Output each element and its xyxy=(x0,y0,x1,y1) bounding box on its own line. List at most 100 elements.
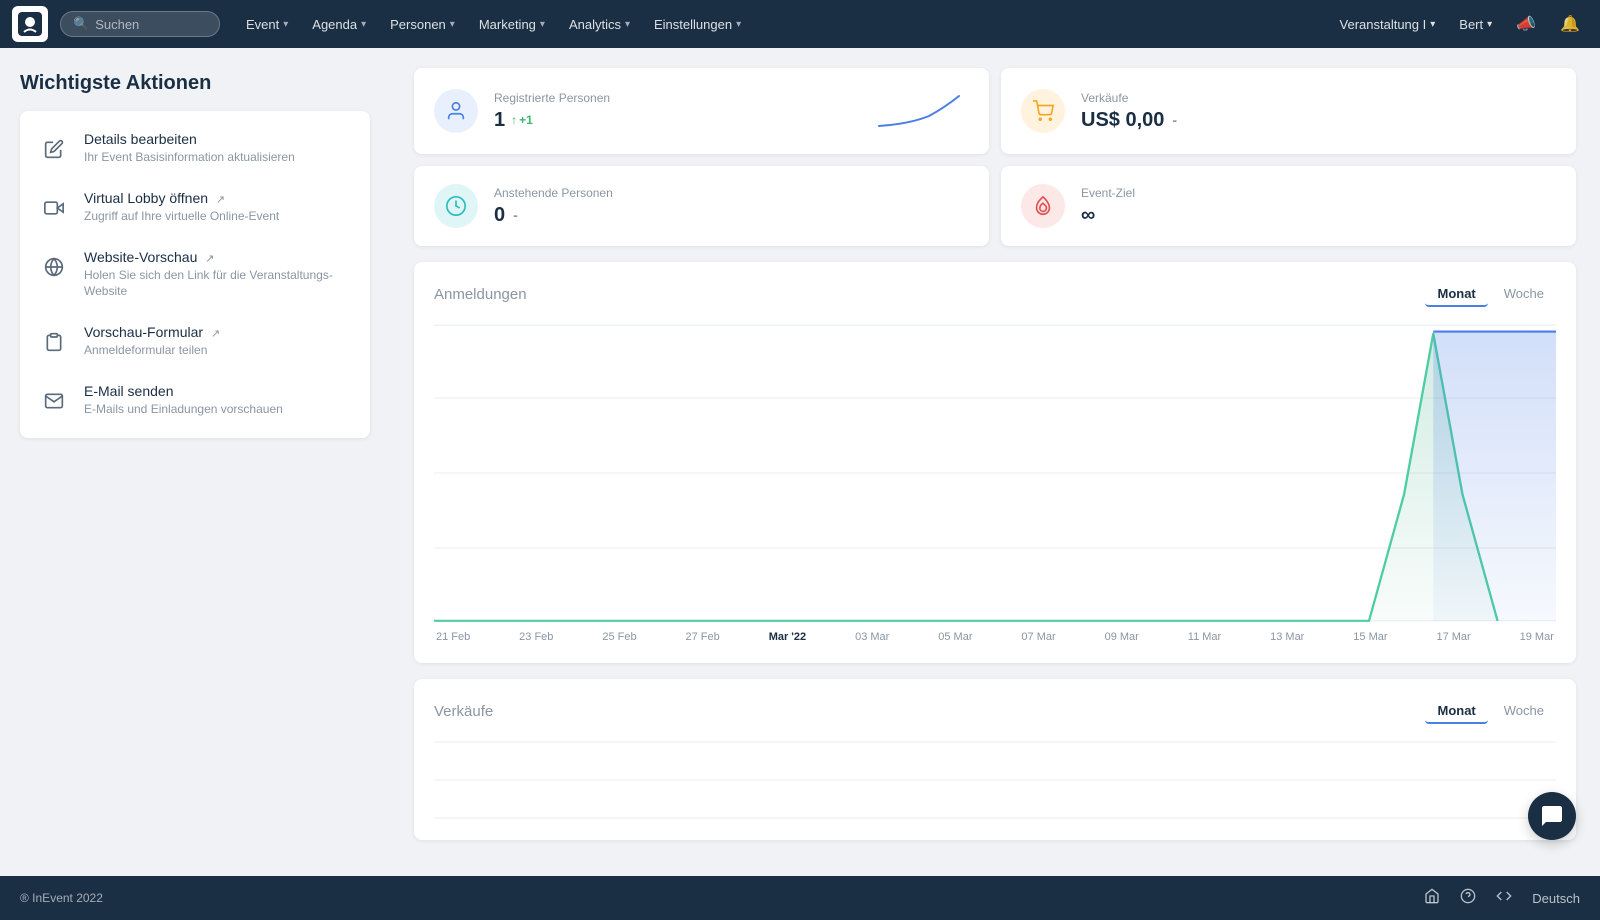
action-website-title: Website-Vorschau ↗ xyxy=(84,249,352,265)
nav-right: Veranstaltung I ▾ Bert ▾ 📣 🔔 xyxy=(1332,10,1588,38)
veranstaltung-selector[interactable]: Veranstaltung I ▾ xyxy=(1332,13,1444,36)
chevron-down-icon: ▾ xyxy=(540,19,545,30)
nav-item-marketing[interactable]: Marketing ▾ xyxy=(469,11,555,38)
action-lobby-title: Virtual Lobby öffnen ↗ xyxy=(84,190,352,206)
globe-icon xyxy=(38,251,70,283)
tab-monat-verkaeufe[interactable]: Monat xyxy=(1425,699,1487,724)
chevron-down-icon: ▾ xyxy=(450,19,455,30)
tab-woche-verkaeufe[interactable]: Woche xyxy=(1492,699,1556,724)
footer-right: Deutsch xyxy=(1424,888,1580,909)
stat-cards-grid: Registrierte Personen 1 ↑ +1 xyxy=(414,68,1576,246)
main-content: Wichtigste Aktionen Details bearbeiten I… xyxy=(0,48,1600,876)
search-icon: 🔍 xyxy=(73,16,89,32)
chart-anmeldungen: Anmeldungen Monat Woche xyxy=(414,262,1576,663)
footer: ® InEvent 2022 Deutsch xyxy=(0,876,1600,920)
action-details[interactable]: Details bearbeiten Ihr Event Basisinform… xyxy=(20,119,370,178)
nav-item-agenda[interactable]: Agenda ▾ xyxy=(302,11,376,38)
action-form[interactable]: Vorschau-Formular ↗ Anmeldeformular teil… xyxy=(20,312,370,371)
stat-card-registered: Registrierte Personen 1 ↑ +1 xyxy=(414,68,989,154)
x-label-10: 13 Mar xyxy=(1270,631,1304,643)
search-box[interactable]: 🔍 xyxy=(60,11,220,37)
stat-card-goal: Event-Ziel ∞ xyxy=(1001,166,1576,246)
stat-pending-value: 0 - xyxy=(494,204,969,227)
x-label-2: 25 Feb xyxy=(602,631,636,643)
x-label-1: 23 Feb xyxy=(519,631,553,643)
nav-item-event[interactable]: Event ▾ xyxy=(236,11,298,38)
footer-copyright: ® InEvent 2022 xyxy=(20,891,103,905)
mini-chart-registered xyxy=(869,86,969,136)
x-label-4: Mar '22 xyxy=(769,631,806,643)
chart-anmeldungen-area xyxy=(434,323,1556,623)
stat-registered-value: 1 ↑ +1 xyxy=(494,109,853,132)
stat-sales-value: US$ 0,00 - xyxy=(1081,109,1556,132)
notification-bell-icon[interactable]: 🔔 xyxy=(1552,10,1588,38)
action-lobby[interactable]: Virtual Lobby öffnen ↗ Zugriff auf Ihre … xyxy=(20,178,370,237)
chevron-down-icon: ▾ xyxy=(361,19,366,30)
logo[interactable] xyxy=(12,6,48,42)
action-website-desc: Holen Sie sich den Link für die Veransta… xyxy=(84,267,352,301)
stat-sales-label: Verkäufe xyxy=(1081,91,1556,105)
chevron-down-icon: ▾ xyxy=(283,19,288,30)
stat-registered-label: Registrierte Personen xyxy=(494,91,853,105)
clock-icon xyxy=(434,184,478,228)
help-icon[interactable] xyxy=(1460,888,1476,909)
x-label-11: 15 Mar xyxy=(1353,631,1387,643)
action-website[interactable]: Website-Vorschau ↗ Holen Sie sich den Li… xyxy=(20,237,370,313)
chart-verkaeufe-title: Verkäufe xyxy=(434,703,493,720)
mail-icon xyxy=(38,385,70,417)
nav-item-analytics[interactable]: Analytics ▾ xyxy=(559,11,640,38)
stat-card-pending: Anstehende Personen 0 - xyxy=(414,166,989,246)
megaphone-icon[interactable]: 📣 xyxy=(1508,10,1544,38)
stat-goal-value: ∞ xyxy=(1081,204,1556,227)
action-email[interactable]: E-Mail senden E-Mails und Einladungen vo… xyxy=(20,371,370,430)
flame-icon xyxy=(1021,184,1065,228)
action-details-title: Details bearbeiten xyxy=(84,131,352,147)
x-label-5: 03 Mar xyxy=(855,631,889,643)
tab-woche-anmeldungen[interactable]: Woche xyxy=(1492,282,1556,307)
external-link-icon: ↗ xyxy=(216,194,225,206)
x-label-3: 27 Feb xyxy=(686,631,720,643)
action-details-desc: Ihr Event Basisinformation aktualisieren xyxy=(84,149,352,166)
chevron-down-icon: ▾ xyxy=(1487,19,1492,30)
external-link-icon: ↗ xyxy=(205,253,214,265)
video-icon xyxy=(38,192,70,224)
nav-item-einstellungen[interactable]: Einstellungen ▾ xyxy=(644,11,751,38)
chart-anmeldungen-title: Anmeldungen xyxy=(434,286,527,303)
tab-monat-anmeldungen[interactable]: Monat xyxy=(1425,282,1487,307)
chart-x-labels: 21 Feb 23 Feb 25 Feb 27 Feb Mar '22 03 M… xyxy=(434,631,1556,643)
action-email-title: E-Mail senden xyxy=(84,383,352,399)
edit-icon xyxy=(38,133,70,165)
home-icon[interactable] xyxy=(1424,888,1440,909)
chevron-down-icon: ▾ xyxy=(736,19,741,30)
x-label-7: 07 Mar xyxy=(1021,631,1055,643)
chart-anmeldungen-svg xyxy=(434,323,1556,623)
external-link-icon: ↗ xyxy=(211,328,220,340)
top-navigation: 🔍 Event ▾ Agenda ▾ Personen ▾ Marketing … xyxy=(0,0,1600,48)
search-input[interactable] xyxy=(95,17,207,32)
chart-verkaeufe-svg xyxy=(434,740,1556,820)
user-menu[interactable]: Bert ▾ xyxy=(1451,13,1500,36)
x-label-0: 21 Feb xyxy=(436,631,470,643)
code-icon[interactable] xyxy=(1496,888,1512,909)
action-form-title: Vorschau-Formular ↗ xyxy=(84,324,352,340)
chart-verkaeufe: Verkäufe Monat Woche xyxy=(414,679,1576,840)
stat-registered-change: ↑ +1 xyxy=(511,113,533,127)
chart-anmeldungen-tabs: Monat Woche xyxy=(1425,282,1556,307)
x-label-13: 19 Mar xyxy=(1520,631,1554,643)
chevron-down-icon: ▾ xyxy=(1430,19,1435,30)
chevron-down-icon: ▾ xyxy=(625,19,630,30)
right-content: Registrierte Personen 1 ↑ +1 xyxy=(390,48,1600,876)
stat-card-sales: Verkäufe US$ 0,00 - xyxy=(1001,68,1576,154)
action-lobby-desc: Zugriff auf Ihre virtuelle Online-Event xyxy=(84,208,352,225)
chat-button[interactable] xyxy=(1528,792,1576,840)
action-form-desc: Anmeldeformular teilen xyxy=(84,342,352,359)
cart-icon xyxy=(1021,89,1065,133)
sidebar-title: Wichtigste Aktionen xyxy=(20,72,370,95)
left-sidebar: Wichtigste Aktionen Details bearbeiten I… xyxy=(0,48,390,876)
x-label-9: 11 Mar xyxy=(1188,631,1221,643)
clipboard-icon xyxy=(38,326,70,358)
language-selector[interactable]: Deutsch xyxy=(1532,891,1580,906)
nav-item-personen[interactable]: Personen ▾ xyxy=(380,11,465,38)
action-email-desc: E-Mails und Einladungen vorschauen xyxy=(84,401,352,418)
x-label-8: 09 Mar xyxy=(1105,631,1139,643)
